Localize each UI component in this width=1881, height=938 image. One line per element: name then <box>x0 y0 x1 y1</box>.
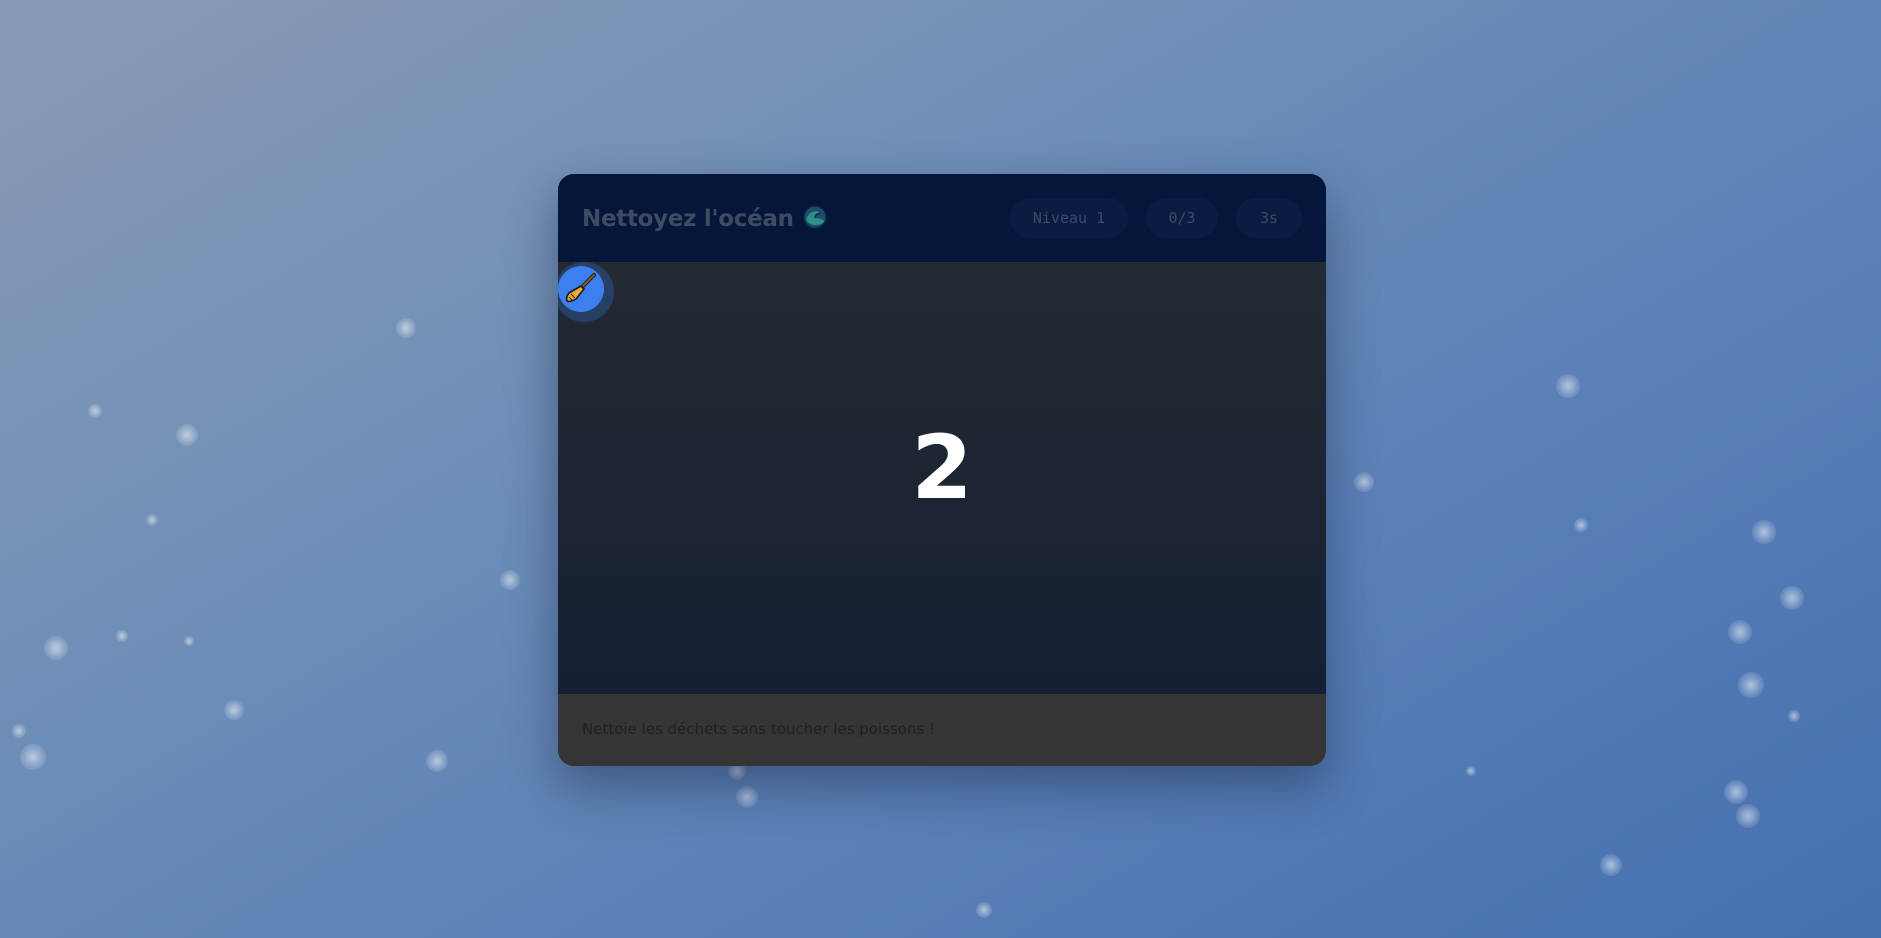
bubble <box>736 786 758 808</box>
game-window: Nettoyez l'océan Niveau 1 0/3 3s 2 Netto… <box>558 174 1326 766</box>
bubble <box>500 570 520 590</box>
instructions-text: Nettoie les déchets sans toucher les poi… <box>582 720 936 738</box>
level-badge: Niveau 1 <box>1010 198 1128 238</box>
bubble <box>1752 520 1776 544</box>
bubble <box>1466 766 1476 776</box>
tool-button[interactable] <box>558 266 604 312</box>
bubble <box>1728 620 1752 644</box>
bubble <box>88 404 102 418</box>
bubble <box>396 318 416 338</box>
timer-badge: 3s <box>1236 198 1302 238</box>
bubble <box>184 636 194 646</box>
game-footer: Nettoie les déchets sans toucher les poi… <box>558 694 1326 766</box>
bubble <box>12 724 26 738</box>
bubble <box>224 700 244 720</box>
bubble <box>1788 710 1800 722</box>
bubble <box>176 424 198 446</box>
countdown-number: 2 <box>911 416 973 519</box>
bubble <box>976 902 992 918</box>
bubble <box>1738 672 1764 698</box>
bubble <box>20 744 46 770</box>
game-header: Nettoyez l'océan Niveau 1 0/3 3s <box>558 174 1326 262</box>
bubble <box>1736 804 1760 828</box>
bubble <box>1600 854 1622 876</box>
bubble <box>1780 586 1804 610</box>
score-badge: 0/3 <box>1146 198 1218 238</box>
bubble <box>1556 374 1580 398</box>
bubble <box>1354 472 1374 492</box>
play-area[interactable]: 2 <box>558 262 1326 694</box>
bubble <box>1724 780 1748 804</box>
game-title: Nettoyez l'océan <box>582 204 828 236</box>
game-title-text: Nettoyez l'océan <box>582 206 794 232</box>
bubble <box>116 630 128 642</box>
bubble <box>44 636 68 660</box>
bubble <box>1574 518 1588 532</box>
cleaning-tool[interactable] <box>558 262 614 322</box>
bubble <box>426 750 448 772</box>
wave-icon <box>802 204 828 236</box>
bubble <box>146 514 158 526</box>
